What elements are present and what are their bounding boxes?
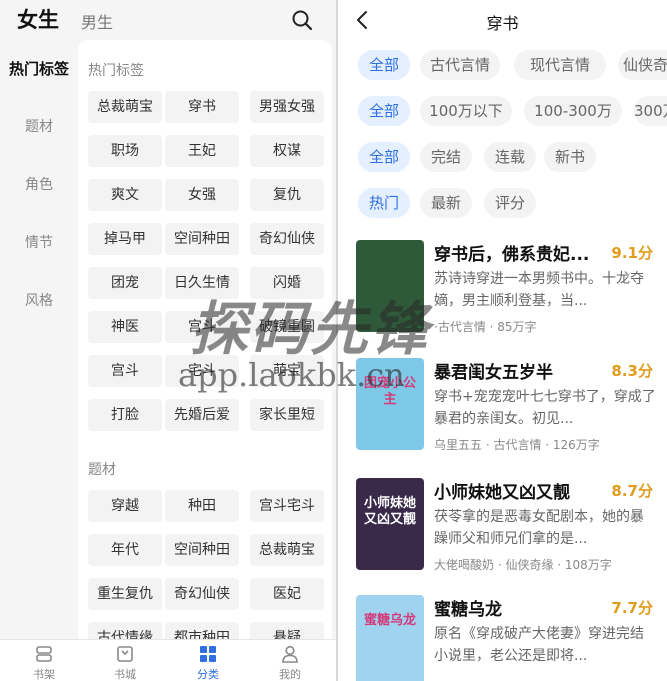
sidebar-item[interactable]: 热门标签 — [0, 48, 78, 106]
tag-chip[interactable]: 爽文 — [88, 179, 162, 211]
book-card[interactable]: 蜜糖乌龙 蜜糖乌龙 7.7分 原名《穿成破产大佬妻》穿进完结小说里，老公还是即将... — [356, 595, 667, 681]
tag-chip[interactable]: 掉马甲 — [88, 223, 162, 255]
bottom-nav-label: 分类 — [197, 668, 219, 681]
bottom-nav-label: 我的 — [279, 668, 301, 681]
book-description: 穿书+宠宠宠叶七七穿书了，穿成了暴君的亲闺女。初见... — [434, 389, 656, 427]
bottom-nav-profile[interactable]: 我的 — [260, 644, 320, 681]
tag-chip[interactable]: 总裁萌宝 — [88, 91, 162, 123]
filter-chip[interactable]: 现代言情 — [514, 50, 606, 80]
tag-chip[interactable]: 都市种田 — [165, 622, 239, 640]
tag-chip[interactable]: 复仇 — [250, 179, 324, 211]
book-title: 蜜糖乌龙 — [434, 600, 502, 620]
tag-chip[interactable]: 空间种田 — [165, 534, 239, 566]
filter-chip[interactable]: 仙侠奇缘 — [618, 50, 667, 80]
filter-chip[interactable]: 新书 — [544, 142, 596, 172]
cover-title-text: 小师妹她又凶又靓 — [363, 496, 416, 527]
book-description: 苏诗诗穿进一本男频书中。十龙夺嫡，男主顺利登基，当... — [434, 271, 644, 309]
bottom-nav: 书架 书城 分类 我的 — [0, 639, 336, 681]
bottom-nav-label: 书城 — [114, 668, 136, 681]
filter-chip[interactable]: 连载 — [484, 142, 536, 172]
book-cover[interactable]: 小师妹她又凶又靓 — [356, 478, 424, 570]
bottom-nav-bookstore[interactable]: 书城 — [95, 644, 155, 681]
book-score: 7.7分 — [611, 599, 653, 617]
app-root: 女生 男生 热门标签 题材 角色 情节 风格 热门标签 总裁萌宝 穿书 男强女强 职场 王妃 权谋爽… — [0, 0, 667, 681]
book-description: 原名《穿成破产大佬妻》穿进完结小说里，老公还是即将... — [434, 626, 644, 664]
bottom-nav-label: 书架 — [33, 668, 55, 681]
filter-chip[interactable]: 最新 — [420, 188, 472, 218]
book-meta: 乌里五五 · 古代言情 · 126万字 — [434, 438, 600, 452]
tag-chip[interactable]: 奇幻仙侠 — [165, 578, 239, 610]
tag-chip[interactable]: 奇幻仙侠 — [250, 223, 324, 255]
tag-chip[interactable]: 宫斗 — [88, 355, 162, 387]
book-meta: ·古代言情 · 85万字 — [434, 320, 537, 334]
category-icon — [200, 646, 216, 662]
tag-chip[interactable]: 打脸 — [88, 399, 162, 431]
tag-chip[interactable]: 穿越 — [88, 490, 162, 522]
category-sidebar: 热门标签 题材 角色 情节 风格 — [0, 48, 78, 338]
sidebar-item[interactable]: 情节 — [0, 222, 78, 280]
tag-chip[interactable]: 先婚后爱 — [165, 399, 239, 431]
tag-chip[interactable]: 家长里短 — [250, 399, 324, 431]
tag-chip[interactable]: 女强 — [165, 179, 239, 211]
tag-chip[interactable]: 宫斗宅斗 — [250, 490, 324, 522]
gender-tab-bar: 女生 男生 — [0, 0, 336, 40]
filter-chip[interactable]: 评分 — [484, 188, 536, 218]
filter-chip[interactable]: 300万以上 — [634, 96, 667, 126]
tab-female[interactable]: 女生 — [17, 4, 59, 34]
tag-chip[interactable]: 年代 — [88, 534, 162, 566]
tag-chip[interactable]: 王妃 — [165, 135, 239, 167]
sidebar-item[interactable]: 角色 — [0, 164, 78, 222]
filter-chip[interactable]: 完结 — [420, 142, 472, 172]
book-score: 9.1分 — [611, 244, 653, 262]
filter-chip[interactable]: 古代言情 — [420, 50, 500, 80]
filter-chip[interactable]: 100-300万 — [524, 96, 622, 126]
filter-chip[interactable]: 100万以下 — [420, 96, 512, 126]
bookshelf-icon — [36, 646, 52, 662]
watermark-url: app.laokbk.cn — [178, 356, 405, 394]
book-title: 穿书后，佛系贵妃... — [434, 245, 590, 265]
book-card[interactable]: 小师妹她又凶又靓 小师妹她又凶又靓 8.7分茯苓拿的是恶毒女配剧本，她的暴躁师父和师… — [356, 478, 667, 594]
tag-chip[interactable]: 古代情缘 — [88, 622, 162, 640]
filter-chip[interactable]: 全部 — [358, 50, 410, 80]
book-title: 暴君闺女五岁半 — [434, 363, 553, 383]
book-meta: 大佬喝酸奶 · 仙侠奇缘 · 108万字 — [434, 558, 612, 572]
cover-title-text: 蜜糖乌龙 — [363, 613, 416, 628]
book-title: 小师妹她又凶又靓 — [434, 483, 570, 503]
tag-chip[interactable]: 权谋 — [250, 135, 324, 167]
watermark-text: 探码先锋 — [190, 295, 431, 363]
tag-chip[interactable]: 男强女强 — [250, 91, 324, 123]
tag-chip[interactable]: 总裁萌宝 — [250, 534, 324, 566]
filter-chip[interactable]: 全部 — [358, 142, 410, 172]
section-title: 题材 — [88, 462, 116, 478]
sidebar-item[interactable]: 题材 — [0, 106, 78, 164]
tag-chip[interactable]: 空间种田 — [165, 223, 239, 255]
book-cover[interactable]: 蜜糖乌龙 — [356, 595, 424, 681]
tag-chip[interactable]: 穿书 — [165, 91, 239, 123]
bookstore-icon — [117, 646, 133, 662]
tag-chip[interactable]: 医妃 — [250, 578, 324, 610]
tag-chip[interactable]: 神医 — [88, 311, 162, 343]
search-icon[interactable] — [290, 8, 314, 32]
section-title: 热门标签 — [88, 63, 144, 79]
book-description: 茯苓拿的是恶毒女配剧本，她的暴躁师父和师兄们拿的是... — [434, 509, 644, 547]
tab-male[interactable]: 男生 — [81, 9, 113, 33]
book-score: 8.3分 — [611, 362, 653, 380]
page-title: 穿书 — [486, 14, 519, 33]
tag-chip[interactable]: 重生复仇 — [88, 578, 162, 610]
book-score: 8.7分 — [611, 482, 653, 500]
filter-chip[interactable]: 热门 — [358, 188, 410, 218]
tag-chip[interactable]: 悬疑 — [250, 622, 324, 640]
tag-chip[interactable]: 职场 — [88, 135, 162, 167]
profile-icon — [282, 645, 298, 663]
bottom-nav-bookshelf[interactable]: 书架 — [14, 644, 74, 681]
tag-chip[interactable]: 团宠 — [88, 267, 162, 299]
bottom-nav-category[interactable]: 分类 — [178, 644, 238, 681]
tag-chip[interactable]: 种田 — [165, 490, 239, 522]
filter-chip[interactable]: 全部 — [358, 96, 410, 126]
sidebar-item[interactable]: 风格 — [0, 280, 78, 338]
